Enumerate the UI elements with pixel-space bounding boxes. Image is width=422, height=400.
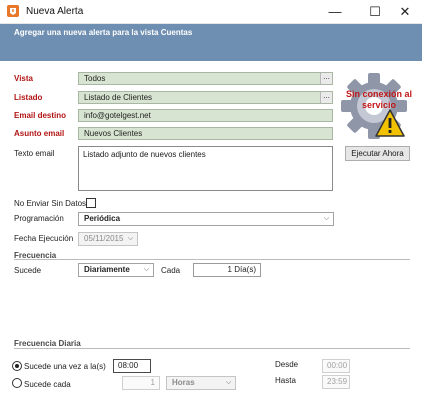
fecha-ejecucion-value: 05/11/2015 — [84, 234, 124, 243]
texto-email-textarea[interactable]: Listado adjunto de nuevos clientes — [78, 146, 333, 191]
desde-label: Desde — [275, 360, 299, 369]
frecuencia-divider — [14, 259, 410, 260]
hasta-label: Hasta — [275, 376, 296, 385]
asunto-email-field[interactable]: Nuevos Clientes — [78, 127, 333, 140]
every-label: Sucede cada — [24, 380, 71, 389]
no-enviar-label: No Enviar Sin Datos — [14, 199, 87, 208]
every-unit-value: Horas — [172, 378, 195, 387]
maximize-button[interactable]: ☐ — [358, 0, 392, 24]
once-time-input[interactable]: 08:00 — [113, 359, 151, 373]
cada-label: Cada — [161, 266, 181, 275]
every-unit-select[interactable]: Horas ⌵ — [166, 376, 236, 390]
vista-label: Vista — [14, 74, 33, 83]
email-destino-field[interactable]: info@gotelgest.net — [78, 109, 333, 122]
hasta-input[interactable]: 23:59 — [322, 375, 350, 389]
once-radio[interactable] — [12, 361, 22, 371]
vista-browse-button[interactable]: ... — [320, 73, 332, 84]
cada-input[interactable]: 1 Día(s) — [193, 263, 261, 277]
chevron-down-icon: ⌵ — [127, 235, 134, 242]
frecuencia-diaria-divider — [14, 348, 410, 349]
no-enviar-checkbox[interactable] — [86, 198, 96, 208]
run-now-button[interactable]: Ejecutar Ahora — [345, 146, 410, 161]
minimize-button[interactable]: — — [318, 0, 352, 24]
title-bar: Nueva Alerta — ☐ ✕ — [0, 0, 422, 24]
vista-field[interactable]: Todos ... — [78, 72, 333, 85]
connection-status-text: Sin conexión al servicio — [345, 89, 412, 110]
sucede-select[interactable]: Diariamente ⌵ — [78, 263, 154, 277]
sucede-label: Sucede — [14, 266, 42, 275]
once-label: Sucede una vez a la(s) — [24, 362, 106, 371]
close-button[interactable]: ✕ — [388, 0, 422, 24]
desde-input[interactable]: 00:00 — [322, 359, 350, 373]
chevron-down-icon: ⌵ — [323, 215, 330, 222]
programacion-label: Programación — [14, 214, 64, 223]
programacion-select[interactable]: Periódica ⌵ — [78, 212, 334, 226]
asunto-email-label: Asunto email — [14, 129, 65, 138]
every-interval-input[interactable]: 1 — [122, 376, 160, 390]
header-text: Agregar una nueva alerta para la vista C… — [14, 28, 193, 37]
listado-field[interactable]: Listado de Clientes ... — [78, 91, 333, 104]
sucede-value: Diariamente — [84, 265, 130, 274]
alert-window-icon — [7, 5, 19, 17]
every-radio[interactable] — [12, 378, 22, 388]
frecuencia-diaria-title: Frecuencia Diaria — [14, 339, 81, 348]
programacion-value: Periódica — [84, 214, 121, 223]
fecha-ejecucion-picker[interactable]: 05/11/2015 ⌵ — [78, 232, 138, 246]
email-destino-label: Email destino — [14, 111, 67, 120]
fecha-ejecucion-label: Fecha Ejecución — [14, 234, 74, 243]
listado-value: Listado de Clientes — [84, 93, 153, 102]
vista-value: Todos — [84, 74, 106, 83]
texto-email-label: Texto email — [14, 149, 55, 158]
listado-browse-button[interactable]: ... — [320, 92, 332, 103]
window-title: Nueva Alerta — [26, 6, 84, 17]
chevron-down-icon: ⌵ — [225, 379, 232, 386]
chevron-down-icon: ⌵ — [143, 266, 150, 273]
header-band: Agregar una nueva alerta para la vista C… — [0, 24, 422, 61]
listado-label: Listado — [14, 93, 43, 102]
